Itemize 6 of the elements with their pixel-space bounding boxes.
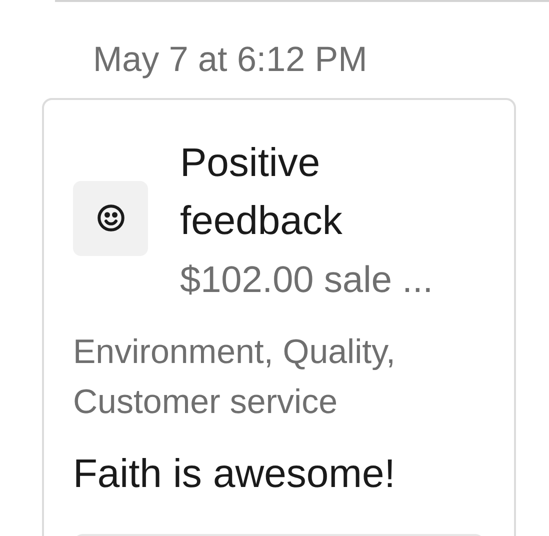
timestamp: May 7 at 6:12 PM <box>93 39 368 81</box>
smiley-icon <box>73 180 148 256</box>
feedback-comment: Faith is awesome! <box>73 451 396 498</box>
card-title: Positive feedback <box>180 140 344 245</box>
sale-amount: $102.00 sale ... <box>180 258 434 302</box>
feedback-tags: Environment, Quality, Customer service <box>73 327 483 427</box>
